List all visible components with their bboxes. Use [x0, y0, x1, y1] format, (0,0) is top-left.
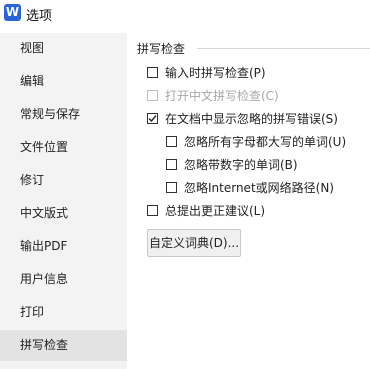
sidebar-item-general-save[interactable]: 常规与保存: [0, 99, 127, 130]
option-label: 输入时拼写检查(P): [165, 66, 266, 80]
option-label: 忽略所有字母都大写的单词(U): [184, 135, 347, 149]
section-divider: [197, 48, 370, 49]
checkbox-checked[interactable]: [147, 113, 158, 124]
sidebar-item-view[interactable]: 视图: [0, 33, 127, 64]
option-label: 忽略带数字的单词(B): [184, 158, 298, 172]
checkbox[interactable]: [166, 159, 177, 170]
sidebar-item-spellcheck[interactable]: 拼写检查: [0, 330, 127, 361]
sidebar-item-edit[interactable]: 编辑: [0, 66, 127, 97]
sidebar-item-export-pdf[interactable]: 输出PDF: [0, 231, 127, 262]
checkbox[interactable]: [166, 136, 177, 147]
checkmark-icon: [148, 115, 157, 123]
checkbox[interactable]: [147, 67, 158, 78]
wps-writer-app-icon: W: [4, 4, 21, 21]
option-label: 忽略Internet或网络路径(N): [184, 181, 334, 195]
spellcheck-panel: [127, 33, 370, 369]
sidebar-item-chinese-layout[interactable]: 中文版式: [0, 198, 127, 229]
sidebar-item-file-locations[interactable]: 文件位置: [0, 132, 127, 163]
checkbox[interactable]: [166, 182, 177, 193]
window-title: 选项: [26, 9, 53, 24]
option-label: 在文档中显示忽略的拼写错误(S): [165, 112, 338, 126]
option-label: 总提出更正建议(L): [165, 204, 266, 218]
checkbox: [147, 90, 158, 101]
options-sidebar: 视图 编辑 常规与保存 文件位置 修订 中文版式 输出PDF 用户信息 打印 拼…: [0, 33, 127, 369]
section-title: 拼写检查: [137, 42, 186, 56]
sidebar-item-revisions[interactable]: 修订: [0, 165, 127, 196]
custom-dictionary-button[interactable]: 自定义词典(D)...: [147, 229, 241, 257]
sidebar-item-print[interactable]: 打印: [0, 297, 127, 328]
option-label: 打开中文拼写检查(C): [165, 89, 279, 103]
checkbox[interactable]: [147, 205, 158, 216]
title-bar: W 选项: [0, 0, 370, 28]
sidebar-item-user-info[interactable]: 用户信息: [0, 264, 127, 295]
